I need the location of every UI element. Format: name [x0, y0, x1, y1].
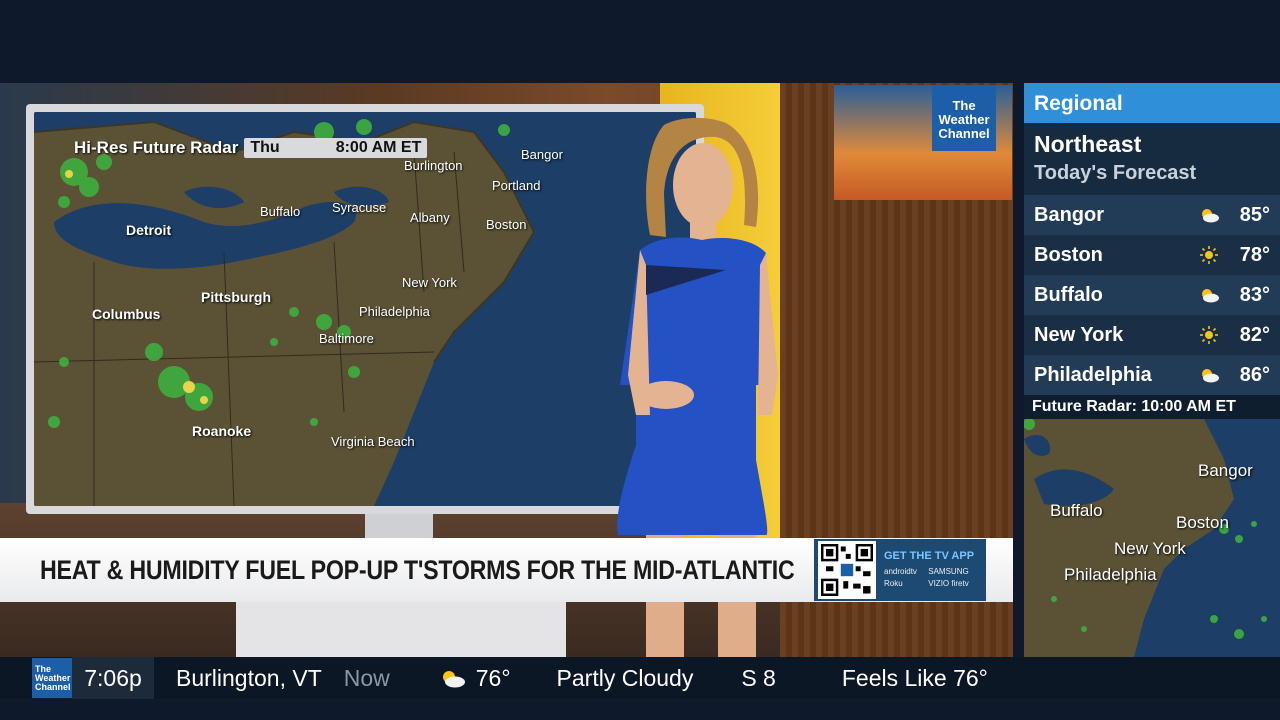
regional-sidebar: Regional Northeast Today's Forecast Bang…: [1024, 83, 1280, 657]
brand-firetv: firetv: [951, 579, 969, 588]
sunny-icon: [1194, 246, 1224, 264]
sidebar-subtitle: Today's Forecast: [1034, 162, 1197, 184]
partly-cloudy-icon: [1194, 207, 1224, 223]
future-radar-label: Future Radar: 10:00 AM ET: [1024, 395, 1280, 419]
brand-vizio: VIZIO: [928, 579, 950, 588]
radar-title-bar: Hi-Res Future Radar Thu 8:00 AM ET: [74, 138, 428, 158]
map-label-buffalo: Buffalo: [260, 204, 301, 219]
bottom-ticker: The Weather Channel 7:06p Burlington, VT…: [0, 657, 1280, 699]
forecast-list: Bangor 85° Boston 78° Buffalo 83° New Yo…: [1024, 195, 1280, 395]
map-label-roanoke: Roanoke: [192, 423, 252, 439]
sb-map-label-bangor: Bangor: [1198, 461, 1253, 480]
sidebar-header: Regional: [1024, 83, 1280, 123]
forecast-city: Bangor: [1034, 203, 1104, 226]
radar-monitor: Hi-Res Future Radar Thu 8:00 AM ET Burli…: [26, 104, 704, 514]
ticker-now-label: Now: [343, 664, 390, 691]
brand-androidtv: androidtv: [884, 567, 917, 576]
map-label-burlington: Burlington: [404, 158, 463, 173]
future-radar-map: Bangor Buffalo Boston New York Philadelp…: [1024, 419, 1280, 657]
ticker-weather-graphic: [442, 671, 465, 688]
app-promo-text: GET THE TV APP androidtv SAMSUNG Roku VI…: [884, 550, 974, 590]
partly-cloudy-graphic: [1202, 369, 1219, 383]
ticker-temp: 76°: [475, 664, 511, 691]
radar-day: Thu: [250, 139, 280, 156]
qr-code-icon[interactable]: [818, 541, 876, 599]
brand-samsung: SAMSUNG: [928, 567, 969, 576]
map-label-baltimore: Baltimore: [319, 331, 374, 346]
forecast-city: New York: [1034, 323, 1124, 346]
partly-cloudy-icon: [1194, 367, 1224, 383]
sunny-icon: [1194, 326, 1224, 344]
sunny-graphic: [1200, 246, 1218, 264]
app-platform-list: androidtv SAMSUNG Roku VIZIO firetv: [884, 566, 974, 590]
map-label-virginia-beach: Virginia Beach: [331, 434, 415, 449]
broadcast-screen: The Weather Channel Hi-Res Future Radar …: [0, 0, 1280, 720]
qr-code-graphic: [821, 544, 873, 596]
map-label-columbus: Columbus: [92, 306, 161, 322]
radar-map: Hi-Res Future Radar Thu 8:00 AM ET Burli…: [34, 112, 696, 506]
forecast-temp: 78°: [1239, 243, 1270, 266]
radar-title: Hi-Res Future Radar: [74, 138, 239, 157]
radar-time: 8:00 AM ET: [335, 139, 422, 156]
map-label-new-york: New York: [402, 275, 457, 290]
sb-map-label-buffalo: Buffalo: [1050, 501, 1103, 520]
forecast-city: Boston: [1034, 243, 1103, 266]
monitor-foot: [236, 602, 566, 657]
forecast-row: Philadelphia 86°: [1024, 355, 1280, 395]
ticker-location: Burlington, VT: [176, 664, 322, 691]
forecast-temp: 82°: [1239, 323, 1270, 346]
map-label-syracuse: Syracuse: [332, 200, 387, 215]
tv-app-promo[interactable]: GET THE TV APP androidtv SAMSUNG Roku VI…: [814, 539, 986, 601]
studio-wall-logo: The Weather Channel: [932, 85, 996, 151]
brand-vizio-firetv: VIZIO firetv: [928, 578, 974, 590]
radar-timestamp: Thu 8:00 AM ET: [244, 138, 428, 158]
forecast-city: Buffalo: [1034, 283, 1103, 306]
app-promo-cta[interactable]: GET THE TV APP: [884, 550, 974, 562]
map-label-portland: Portland: [492, 178, 541, 193]
forecast-row: Buffalo 83°: [1024, 275, 1280, 315]
map-label-detroit: Detroit: [126, 222, 172, 238]
forecast-temp: 85°: [1239, 203, 1270, 226]
partly-cloudy-icon: [1194, 287, 1224, 303]
ticker-wind: S 8: [741, 664, 776, 691]
sb-map-label-new-york: New York: [1114, 539, 1186, 558]
ticker-feels-like: Feels Like 76°: [841, 664, 988, 691]
brand-roku: Roku: [884, 579, 903, 588]
partly-cloudy-icon: [438, 668, 466, 688]
forecast-row: New York 82°: [1024, 315, 1280, 355]
map-label-boston: Boston: [486, 217, 527, 232]
forecast-row: Boston 78°: [1024, 235, 1280, 275]
headline-text: HEAT & HUMIDITY FUEL POP-UP T'STORMS FOR…: [40, 554, 795, 585]
sb-map-label-boston: Boston: [1176, 513, 1229, 532]
future-radar-map-graphic: [1024, 419, 1280, 657]
map-label-bangor: Bangor: [521, 147, 563, 162]
forecast-temp: 86°: [1239, 363, 1270, 386]
sidebar-region: Northeast: [1034, 131, 1142, 157]
ticker-condition: Partly Cloudy: [556, 664, 694, 691]
forecast-city: Philadelphia: [1034, 363, 1152, 386]
map-label-philadelphia: Philadelphia: [359, 304, 430, 319]
sb-map-label-philadelphia: Philadelphia: [1064, 565, 1157, 584]
sunny-graphic: [1200, 326, 1218, 344]
weather-channel-logo: The Weather Channel: [32, 658, 72, 698]
ticker-time: 7:06p: [72, 657, 154, 699]
map-label-pittsburgh: Pittsburgh: [201, 289, 271, 305]
partly-cloudy-graphic: [1202, 289, 1219, 303]
map-label-albany: Albany: [410, 210, 450, 225]
partly-cloudy-graphic: [1202, 209, 1219, 223]
forecast-temp: 83°: [1239, 283, 1270, 306]
forecast-row: Bangor 85°: [1024, 195, 1280, 235]
